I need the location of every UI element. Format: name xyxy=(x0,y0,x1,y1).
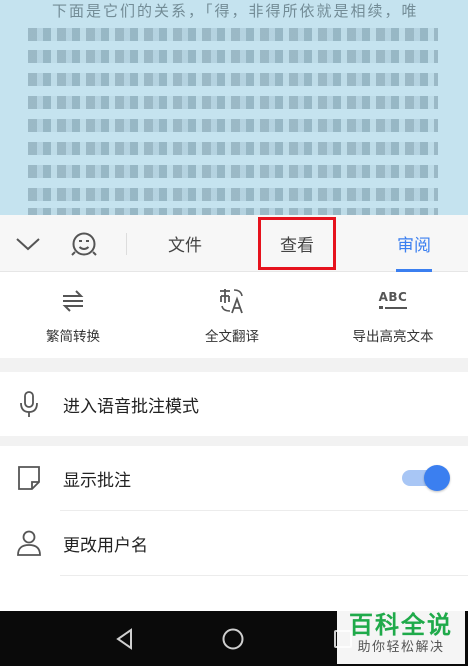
microphone-icon xyxy=(14,388,44,420)
watermark-subtitle: 助你轻松解决 xyxy=(357,640,445,655)
document-first-line: 下面是它们的关系，「得，非得所依就是相续，唯 xyxy=(52,2,419,20)
tab-review[interactable]: 审阅 xyxy=(388,215,440,272)
watermark-title: 百科全说 xyxy=(349,611,453,639)
change-username-row[interactable]: 更改用户名 xyxy=(0,511,468,575)
blurred-text-line xyxy=(28,119,438,132)
blurred-text-line xyxy=(28,208,438,215)
tool-label: 导出高亮文本 xyxy=(352,329,434,345)
back-icon[interactable] xyxy=(100,611,150,666)
tool-label: 繁简转换 xyxy=(46,329,100,345)
blurred-text-line xyxy=(28,50,438,63)
home-icon[interactable] xyxy=(208,611,258,666)
emoji-face-icon[interactable] xyxy=(64,215,104,272)
tab-review-label: 审阅 xyxy=(397,236,431,256)
abc-icon-text: ABC xyxy=(378,290,408,304)
full-text-translate-button[interactable]: 全文翻译 xyxy=(182,272,282,358)
export-highlight-text-button[interactable]: ABC 导出高亮文本 xyxy=(338,272,448,358)
toolbar-tabbar: 文件 查看 审阅 xyxy=(0,215,468,272)
tab-file[interactable]: 文件 xyxy=(150,215,220,272)
blurred-text-line xyxy=(28,142,438,155)
toolbar-separator xyxy=(126,233,127,255)
traditional-simplified-convert-button[interactable]: 繁简转换 xyxy=(23,272,123,358)
blurred-text-line xyxy=(28,165,438,178)
change-username-label: 更改用户名 xyxy=(63,535,148,556)
toggle-knob xyxy=(424,465,450,491)
translate-icon xyxy=(217,287,247,315)
blurred-text-line xyxy=(28,188,438,201)
show-annotations-row: 显示批注 xyxy=(0,446,468,510)
blurred-text-line xyxy=(28,28,438,41)
section-gap xyxy=(0,436,468,446)
voice-annotation-label: 进入语音批注模式 xyxy=(63,396,199,417)
show-annotations-label: 显示批注 xyxy=(63,470,131,491)
review-tools: 繁简转换 全文翻译 ABC 导出高亮文本 xyxy=(0,272,468,358)
collapse-chevron-icon[interactable] xyxy=(8,215,48,272)
tab-view[interactable]: 查看 xyxy=(258,217,336,270)
section-gap xyxy=(0,358,468,372)
document-preview: 下面是它们的关系，「得，非得所依就是相续，唯 xyxy=(0,0,468,215)
user-icon xyxy=(14,527,44,559)
show-annotations-toggle[interactable] xyxy=(400,465,452,491)
watermark-logo: 百科全说 助你轻松解决 xyxy=(337,604,465,664)
export-highlight-text-icon: ABC xyxy=(379,287,408,315)
voice-annotation-row[interactable]: 进入语音批注模式 xyxy=(0,372,468,436)
blurred-text-line xyxy=(28,73,438,86)
traditional-simplified-convert-icon xyxy=(59,287,87,315)
tool-label: 全文翻译 xyxy=(205,329,259,345)
note-icon xyxy=(14,462,44,494)
blurred-text-line xyxy=(28,96,438,109)
row-divider xyxy=(60,575,468,576)
